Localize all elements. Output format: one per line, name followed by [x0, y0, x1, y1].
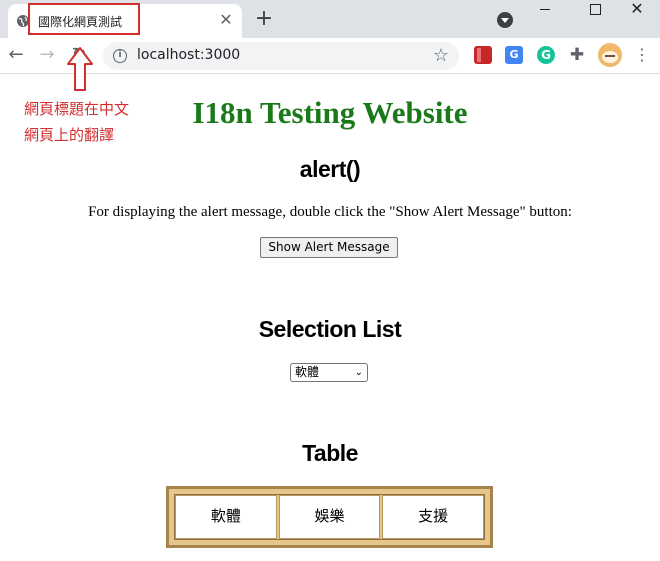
browser-toolbar: ← → ↻ i localhost:3000 ☆ G G ✚ ⋮ — [0, 38, 660, 74]
forward-arrow-icon[interactable]: → — [36, 44, 58, 66]
category-select[interactable]: 軟體 ⌄ — [290, 363, 368, 382]
table-row: 軟體 娛樂 支援 — [174, 494, 485, 540]
select-value: 軟體 — [295, 365, 320, 379]
alert-instruction: For displaying the alert message, double… — [88, 204, 572, 220]
address-bar[interactable]: i localhost:3000 ☆ — [103, 42, 459, 70]
alert-heading: alert() — [299, 156, 361, 182]
translate-extension-icon[interactable]: G — [505, 46, 523, 64]
page-title: I18n Testing Website — [192, 95, 468, 130]
new-tab-button[interactable]: + — [254, 8, 274, 30]
profile-avatar[interactable] — [598, 43, 622, 67]
puzzle-extensions-icon[interactable]: ✚ — [568, 46, 586, 64]
selection-list-heading: Selection List — [258, 316, 402, 342]
kebab-menu-icon[interactable]: ⋮ — [634, 46, 650, 64]
table-heading: Table — [302, 440, 358, 466]
book-extension-icon[interactable] — [474, 46, 492, 64]
window-close-button[interactable]: ✕ — [614, 0, 660, 28]
tab-strip: 國際化網頁測試 ✕ + ✕ — [0, 0, 660, 38]
back-arrow-icon[interactable]: ← — [5, 44, 27, 66]
browser-tab[interactable]: 國際化網頁測試 ✕ — [8, 3, 242, 38]
show-alert-button[interactable]: Show Alert Message — [260, 237, 398, 258]
close-icon[interactable]: ✕ — [216, 10, 236, 30]
tab-search-icon[interactable] — [497, 12, 513, 28]
grammarly-extension-icon[interactable]: G — [537, 46, 555, 64]
chevron-down-icon: ⌄ — [354, 367, 363, 378]
info-icon[interactable]: i — [113, 49, 127, 63]
bookmark-star-icon[interactable]: ☆ — [433, 45, 449, 66]
annotation-highlight-box — [28, 3, 140, 35]
url-text[interactable]: localhost:3000 — [137, 47, 240, 63]
minimize-button[interactable] — [522, 0, 568, 28]
maximize-button[interactable] — [572, 0, 618, 28]
table-cell: 娛樂 — [278, 495, 381, 539]
table-cell: 軟體 — [175, 495, 277, 539]
i18n-table: 軟體 娛樂 支援 — [166, 486, 493, 548]
annotation-arrow-icon — [67, 47, 93, 91]
table-cell: 支援 — [382, 495, 485, 539]
